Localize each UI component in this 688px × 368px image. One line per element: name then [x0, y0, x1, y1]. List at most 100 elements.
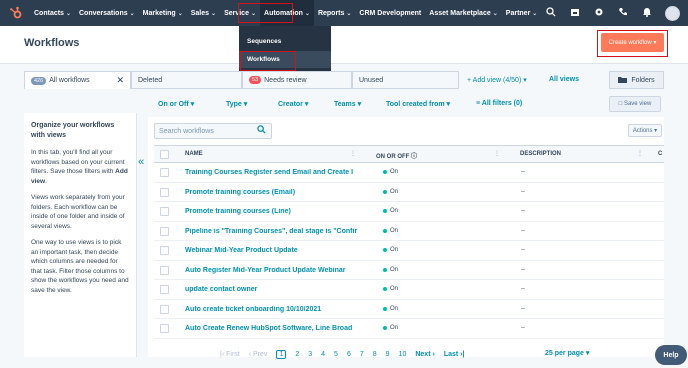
tab-unused[interactable]: Unused [352, 71, 459, 89]
table-row[interactable]: update contact owner On -- [154, 280, 664, 300]
page-header: Workflows Create workflow ▾ [0, 26, 688, 64]
page-number-current[interactable]: 1 [276, 349, 287, 359]
help-button[interactable]: Help [655, 345, 687, 365]
table-row[interactable]: Auto Register Mid-Year Product Update We… [154, 261, 664, 280]
column-options-icon[interactable]: ⋮ [494, 150, 500, 157]
row-checkbox[interactable] [160, 324, 169, 333]
nav-marketing-label: Marketing [142, 9, 176, 17]
row-checkbox[interactable] [160, 285, 169, 294]
nav-crm-development[interactable]: CRM Development [355, 0, 425, 26]
dropdown-item-sequences[interactable]: Sequences [239, 33, 331, 49]
workflow-name-link[interactable]: Promote training courses (Email) [185, 189, 358, 196]
status-dot-icon [383, 326, 387, 330]
page-number[interactable]: 7 [360, 351, 364, 358]
first-page-button[interactable]: |‹ First [220, 351, 240, 358]
calling-icon[interactable] [617, 7, 629, 19]
column-header-on-or-off[interactable]: ON OR OFF ⓘ [376, 151, 417, 160]
row-checkbox[interactable] [160, 226, 169, 236]
nav-reports[interactable]: Reports ⌄ [314, 0, 355, 26]
column-options-icon[interactable]: ⋮ [350, 150, 356, 157]
search-icon[interactable] [545, 7, 557, 19]
chevron-down-icon: ⌄ [346, 10, 352, 17]
page-number[interactable]: 2 [295, 351, 299, 358]
nav-contacts[interactable]: Contacts ⌄ [30, 0, 75, 26]
hubspot-logo-icon[interactable] [8, 5, 24, 21]
next-page-button[interactable]: Next › [415, 351, 434, 358]
close-icon[interactable]: ✕ [116, 75, 124, 86]
all-views-link[interactable]: All views [549, 76, 579, 83]
filter-tool-created-from[interactable]: Tool created from ▾ [386, 100, 450, 108]
status-dot-icon [383, 189, 387, 194]
prev-page-button[interactable]: ‹ Prev [249, 351, 268, 358]
workflow-name-link[interactable]: Auto Register Mid-Year Product Update We… [185, 267, 358, 274]
nav-sales[interactable]: Sales ⌄ [187, 0, 220, 26]
tab-needs-review[interactable]: 53 Needs review [242, 71, 352, 89]
avatar[interactable] [665, 5, 680, 21]
filter-type[interactable]: Type ▾ [226, 100, 247, 108]
folders-button[interactable]: Folders [609, 71, 664, 89]
nav-crm-development-label: CRM Development [359, 9, 422, 17]
row-checkbox[interactable] [160, 246, 169, 255]
column-header-c[interactable]: C [658, 151, 662, 157]
filter-teams[interactable]: Teams ▾ [334, 100, 361, 108]
table-row[interactable]: Auto Create Renew HubSpot Software, Line… [154, 319, 664, 339]
page-number[interactable]: 4 [321, 351, 325, 358]
page-number[interactable]: 3 [308, 351, 312, 358]
automation-highlight-box [238, 3, 293, 23]
status-dot-icon [383, 170, 387, 174]
page-number[interactable]: 8 [373, 351, 377, 358]
status-text: On [390, 286, 399, 292]
column-header-name[interactable]: NAME [185, 151, 203, 157]
column-header-description[interactable]: DESCRIPTION [520, 151, 561, 157]
tab-all-workflows[interactable]: 426 All workflows ✕ [24, 71, 131, 89]
workflow-name-link[interactable]: Webinar Mid-Year Product Update [185, 247, 358, 254]
row-checkbox[interactable] [160, 187, 169, 197]
marketplace-icon[interactable] [569, 7, 581, 19]
nav-conversations[interactable]: Conversations ⌄ [75, 0, 139, 26]
actions-button[interactable]: Actions ▾ [628, 124, 662, 137]
last-page-button[interactable]: Last ›| [444, 351, 465, 358]
all-filters-button[interactable]: ≡ All filters (0) [476, 100, 522, 107]
workflow-name-link[interactable]: Pipeline is "Training Courses", deal sta… [185, 228, 358, 235]
table-row[interactable]: Webinar Mid-Year Product Update On -- [154, 241, 664, 261]
column-options-icon[interactable]: ⋮ [637, 150, 643, 157]
save-view-button[interactable]: □ Save view [609, 96, 661, 112]
workflow-name-link[interactable]: Promote training courses (Line) [185, 208, 358, 215]
info-icon: ⓘ [411, 154, 418, 160]
row-checkbox[interactable] [160, 304, 169, 314]
status-text: On [390, 169, 399, 175]
per-page-select[interactable]: 25 per page ▾ [545, 349, 589, 357]
page-number[interactable]: 10 [399, 351, 407, 358]
nav-partner[interactable]: Partner ⌄ [502, 0, 542, 26]
page-number[interactable]: 6 [347, 351, 351, 358]
nav-contacts-label: Contacts [34, 9, 64, 17]
table-row[interactable]: Training Courses Register send Email and… [154, 163, 664, 183]
nav-asset-marketplace[interactable]: Asset Marketplace ⌄ [425, 0, 502, 26]
filter-creator[interactable]: Creator ▾ [278, 100, 308, 108]
workflow-name-link[interactable]: Auto create ticket onboarding 10/10/2021 [185, 306, 358, 313]
views-info-panel: Organize your workflows with views In th… [24, 113, 137, 357]
nav-marketing[interactable]: Marketing ⌄ [139, 0, 187, 26]
page-number[interactable]: 9 [386, 351, 390, 358]
page-number[interactable]: 5 [334, 351, 338, 358]
workflow-name-link[interactable]: Training Courses Register send Email and… [185, 169, 358, 176]
bell-icon[interactable] [641, 7, 653, 19]
search-input[interactable]: Search workflows [154, 123, 272, 139]
tab-deleted[interactable]: Deleted [131, 71, 242, 89]
add-view-button[interactable]: + Add view (4/50) ▾ [467, 76, 527, 84]
collapse-panel-icon[interactable]: « [138, 156, 144, 168]
save-view-label: Save view [623, 101, 652, 107]
table-row[interactable]: Promote training courses (Email) On -- [154, 183, 664, 202]
table-row[interactable]: Promote training courses (Line) On -- [154, 202, 664, 222]
workflow-name-link[interactable]: Auto Create Renew HubSpot Software, Line… [185, 325, 358, 332]
select-all-checkbox[interactable] [160, 150, 169, 159]
table-row[interactable]: Auto create ticket onboarding 10/10/2021… [154, 300, 664, 319]
row-checkbox[interactable] [160, 207, 169, 216]
row-checkbox[interactable] [160, 168, 169, 177]
gear-icon[interactable] [593, 7, 605, 19]
workflow-name-link[interactable]: update contact owner [185, 286, 358, 293]
filter-on-or-off[interactable]: On or Off ▾ [158, 100, 194, 108]
row-checkbox[interactable] [160, 265, 169, 275]
table-row[interactable]: Pipeline is "Training Courses", deal sta… [154, 222, 664, 241]
search-icon[interactable] [257, 125, 266, 136]
